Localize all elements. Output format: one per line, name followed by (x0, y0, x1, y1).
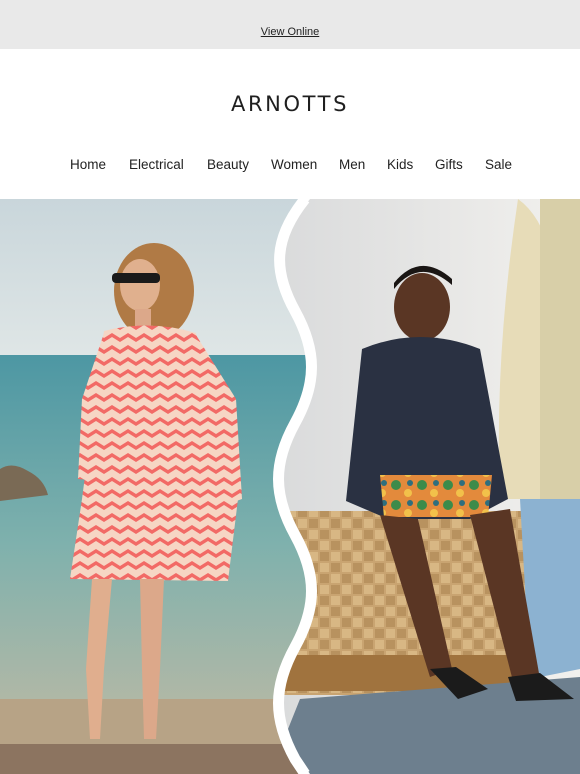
view-online-link[interactable]: View Online (0, 26, 580, 38)
nav-item-electrical[interactable]: Electrical (129, 157, 184, 172)
nav-item-women[interactable]: Women (271, 157, 317, 172)
nav-item-kids[interactable]: Kids (387, 157, 413, 172)
nav-item-beauty[interactable]: Beauty (207, 157, 249, 172)
brand-logo[interactable]: ARNOTTS (0, 92, 580, 116)
top-bar: View Online (0, 0, 580, 49)
nav-item-home[interactable]: Home (70, 157, 106, 172)
nav-item-sale[interactable]: Sale (485, 157, 512, 172)
nav-item-gifts[interactable]: Gifts (435, 157, 463, 172)
woman-beach-photo (0, 199, 307, 774)
hero-banner[interactable] (0, 199, 580, 774)
nav-item-men[interactable]: Men (339, 157, 365, 172)
main-nav: Home Electrical Beauty Women Men Kids Gi… (0, 157, 580, 175)
hero-image (0, 199, 580, 774)
man-seated-photo (283, 199, 580, 774)
